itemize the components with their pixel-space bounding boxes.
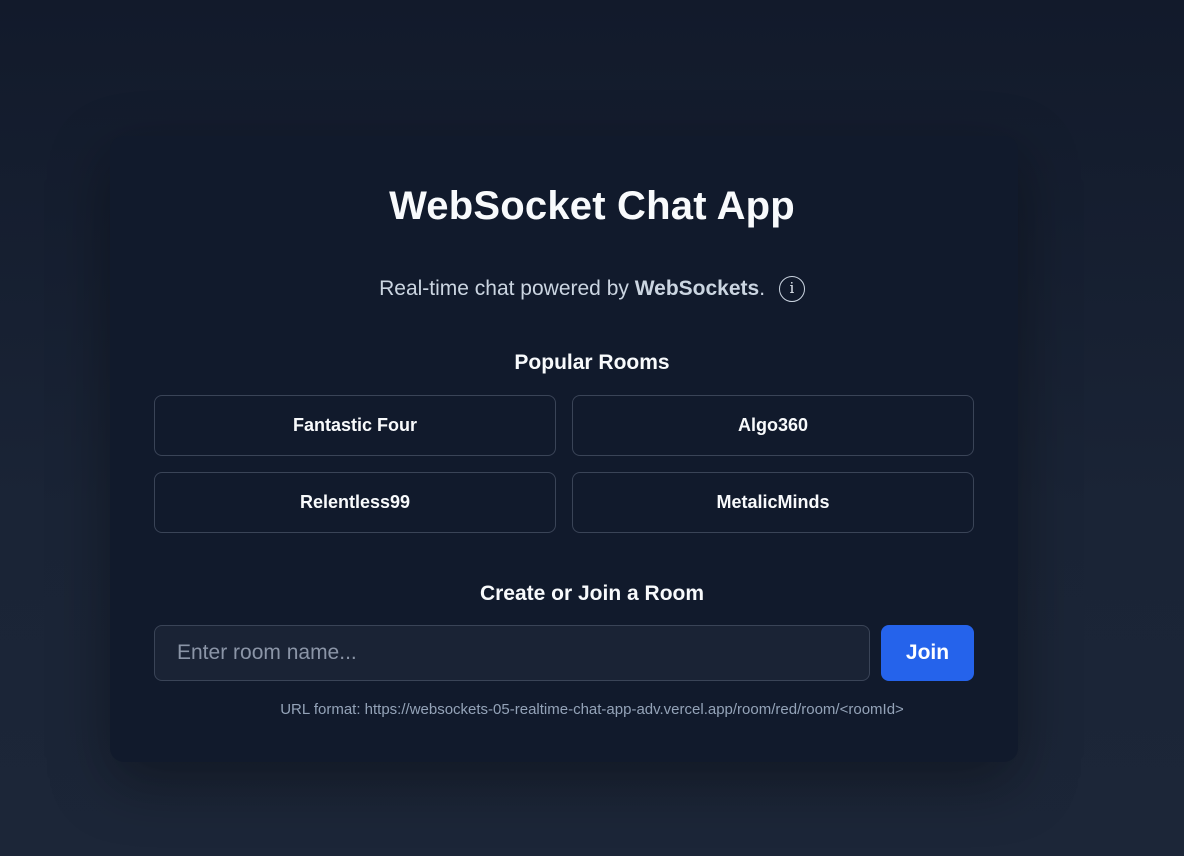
create-join-heading: Create or Join a Room (479, 582, 705, 605)
subtitle-prefix: Real-time chat powered by (379, 277, 635, 300)
room-button-metalicminds[interactable]: MetalicMinds (572, 472, 974, 533)
subtitle-suffix: . (759, 277, 766, 300)
join-button[interactable]: Join (881, 625, 974, 681)
room-button-algo360[interactable]: Algo360 (572, 395, 974, 456)
url-format-hint: URL format: https://websockets-05-realti… (280, 701, 904, 718)
popular-rooms-heading: Popular Rooms (514, 351, 670, 374)
page-title: WebSocket Chat App (389, 184, 795, 228)
room-name-input[interactable] (154, 625, 870, 681)
info-icon[interactable]: i (778, 276, 805, 302)
subtitle-bold: WebSockets (634, 277, 760, 300)
room-button-fantastic-four[interactable]: Fantastic Four (154, 395, 556, 456)
subtitle: Real-time chat powered by WebSockets. i (0, 276, 1184, 302)
room-button-relentless99[interactable]: Relentless99 (154, 472, 556, 533)
